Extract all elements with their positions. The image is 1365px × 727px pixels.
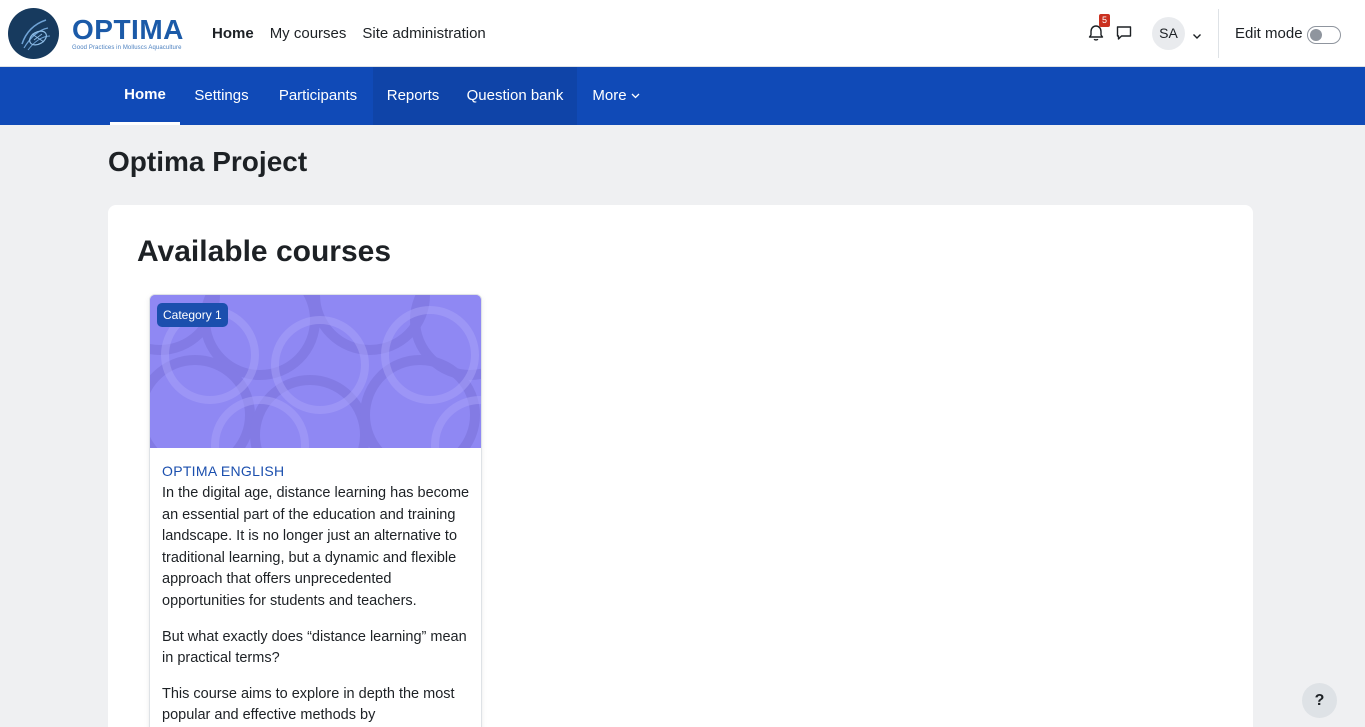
chevron-down-icon[interactable]	[1191, 28, 1203, 39]
category-badge: Category 1	[157, 303, 228, 327]
secondary-navigation: Home Settings Participants Reports Quest…	[0, 67, 1365, 125]
summary-paragraph: But what exactly does “distance learning…	[162, 628, 467, 667]
tab-more-label: More	[592, 87, 627, 104]
tab-question-bank[interactable]: Question bank	[453, 67, 577, 125]
chevron-down-icon	[631, 93, 640, 99]
tab-more[interactable]: More	[577, 67, 655, 125]
help-button[interactable]: ?	[1302, 683, 1337, 718]
edit-mode-toggle[interactable]	[1307, 26, 1341, 44]
tab-reports[interactable]: Reports	[373, 67, 453, 125]
navbar-divider	[1218, 9, 1219, 58]
nav-my-courses[interactable]: My courses	[262, 25, 355, 42]
tab-settings[interactable]: Settings	[180, 67, 263, 125]
brand-name: OPTIMA	[72, 14, 184, 45]
site-logo[interactable]: OPTIMA Good Practices in Molluscs Aquacu…	[8, 8, 184, 59]
tab-participants[interactable]: Participants	[263, 67, 373, 125]
tab-home[interactable]: Home	[110, 67, 180, 125]
nav-site-administration[interactable]: Site administration	[354, 25, 493, 42]
brand-tagline: Good Practices in Molluscs Aquaculture	[72, 45, 182, 51]
chat-icon[interactable]	[1115, 24, 1133, 42]
course-summary: In the digital age, distance learning ha…	[162, 483, 474, 727]
page-title: Optima Project	[108, 146, 308, 177]
summary-paragraph: This course aims to explore in depth the…	[162, 685, 455, 724]
course-name-link[interactable]: OPTIMA ENGLISH	[162, 463, 284, 479]
course-image[interactable]: Category 1	[150, 295, 481, 448]
edit-mode-label: Edit mode	[1235, 25, 1303, 42]
nav-home[interactable]: Home	[204, 25, 262, 42]
toggle-knob	[1310, 29, 1322, 41]
user-avatar[interactable]: SA	[1152, 17, 1185, 50]
logo-emblem	[8, 8, 59, 59]
notification-count-badge: 5	[1099, 14, 1110, 27]
top-navbar: OPTIMA Good Practices in Molluscs Aquacu…	[0, 0, 1365, 67]
section-title: Available courses	[137, 235, 392, 268]
summary-paragraph: In the digital age, distance learning ha…	[162, 485, 470, 609]
primary-navigation: Home My courses Site administration	[204, 0, 494, 67]
course-card[interactable]: Category 1 OPTIMA ENGLISH In the digital…	[149, 294, 482, 727]
